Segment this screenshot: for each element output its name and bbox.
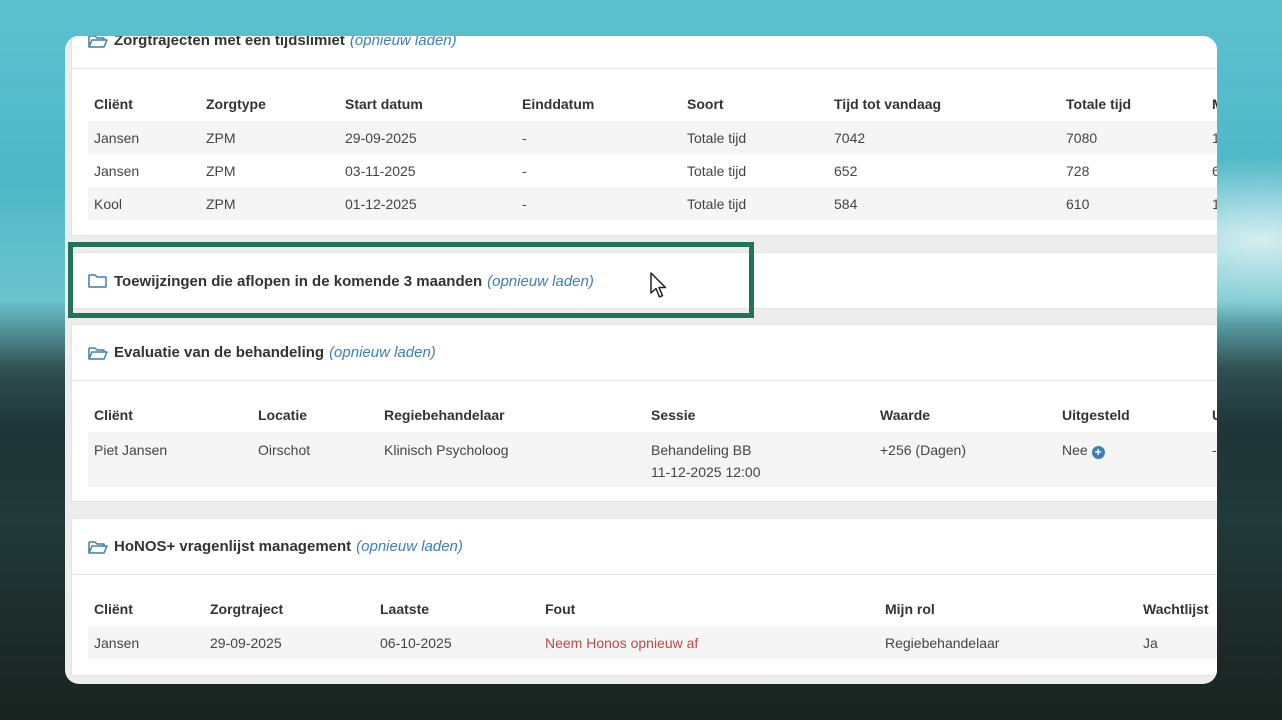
cell: Totale tijd	[681, 187, 828, 220]
cell: Totale tijd	[681, 121, 828, 154]
cell: Klinisch Psycholoog	[378, 432, 645, 487]
cell: 652	[834, 162, 858, 179]
panel-evaluatie: Evaluatie van de behandeling (opnieuw la…	[71, 324, 1217, 502]
cell: 1	[1206, 187, 1217, 220]
panel-header-evaluatie: Evaluatie van de behandeling (opnieuw la…	[72, 325, 1217, 381]
table-row[interactable]: Jansen ZPM 29-09-2025 - Totale tijd 7042…	[88, 121, 1217, 154]
column-header: Zorgtraject	[210, 601, 284, 617]
column-header: Einddatum	[522, 96, 595, 112]
error-cell[interactable]: Neem Honos opnieuw af	[539, 626, 879, 659]
trajecten-table: Cliënt Zorgtype Start datum Einddatum So…	[88, 87, 1217, 220]
folder-open-icon	[88, 36, 108, 49]
cell: ZPM	[200, 187, 339, 220]
column-header: Sessie	[651, 407, 696, 423]
column-header: U	[1206, 398, 1217, 432]
cell: 1	[1206, 121, 1217, 154]
cell: Jansen	[88, 626, 204, 659]
panel-title: Zorgtrajecten met een tijdslimiet	[114, 36, 345, 49]
table-row[interactable]: Piet Jansen Oirschot Klinisch Psycholoog…	[88, 432, 1217, 487]
app-window: Zorgtrajecten met een tijdslimiet (opnie…	[65, 36, 1217, 684]
panel-toewijzingen[interactable]: Toewijzingen die aflopen in de komende 3…	[71, 252, 1217, 309]
plus-circle-icon[interactable]: +	[1091, 446, 1105, 459]
cell: Regiebehandelaar	[879, 626, 1137, 659]
column-header: Zorgtype	[206, 96, 266, 112]
table-row[interactable]: Kool ZPM 01-12-2025 - Totale tijd 584 61…	[88, 187, 1217, 220]
session-cell: Behandeling BB 11-12-2025 12:00	[645, 432, 874, 487]
table-header-row: Cliënt Locatie Regiebehandelaar Sessie W…	[88, 398, 1217, 432]
reload-link[interactable]: (opnieuw laden)	[350, 36, 457, 49]
cell: 03-11-2025	[345, 162, 416, 179]
table-header-row: Cliënt Zorgtraject Laatste Fout Mijn rol…	[88, 592, 1217, 626]
column-header: Uitgesteld	[1062, 407, 1130, 423]
cell: 29-09-2025	[204, 626, 374, 659]
cell: 06-10-2025	[374, 626, 539, 659]
cell: 7080	[1060, 121, 1206, 154]
session-date: 11-12-2025 12:00	[651, 464, 761, 480]
cell: 728	[1066, 162, 1090, 179]
column-header: Cliënt	[94, 407, 133, 423]
column-header: Laatste	[380, 601, 430, 617]
panel-honos: HoNOS+ vragenlijst management (opnieuw l…	[71, 518, 1217, 676]
folder-open-icon	[88, 539, 108, 555]
table-row[interactable]: Jansen 29-09-2025 06-10-2025 Neem Honos …	[88, 626, 1217, 659]
cell: Kool	[88, 187, 200, 220]
column-header: Totale tijd	[1066, 96, 1132, 112]
cell: -	[1206, 432, 1217, 487]
uitgesteld-cell: Nee +	[1056, 432, 1206, 487]
cell: Oirschot	[252, 432, 378, 487]
column-header: Cliënt	[94, 96, 133, 112]
panel-title: Toewijzingen die aflopen in de komende 3…	[114, 272, 483, 290]
mouse-cursor-icon	[650, 272, 667, 298]
folder-closed-icon	[88, 273, 108, 289]
uitgesteld-value: Nee	[1062, 442, 1088, 458]
cell: Jansen	[94, 162, 140, 179]
cell: ZPM	[206, 162, 236, 179]
panel-header-honos: HoNOS+ vragenlijst management (opnieuw l…	[72, 519, 1217, 575]
column-header: Mijn rol	[885, 601, 935, 617]
evaluatie-table: Cliënt Locatie Regiebehandelaar Sessie W…	[88, 398, 1217, 487]
panel-zorgtrajecten: Zorgtrajecten met een tijdslimiet (opnie…	[71, 36, 1217, 236]
cell: -	[516, 121, 681, 154]
column-header: Tijd tot vandaag	[834, 96, 942, 112]
column-header: Fout	[545, 601, 576, 617]
cell: ZPM	[200, 121, 339, 154]
cell: -	[522, 162, 527, 179]
column-header: Waarde	[880, 407, 931, 423]
cell: -	[516, 187, 681, 220]
panel-title: HoNOS+ vragenlijst management	[114, 538, 352, 555]
table-row[interactable]: Jansen ZPM 03-11-2025 - Totale tijd 652 …	[88, 154, 1217, 187]
cell: Totale tijd	[687, 162, 747, 179]
cell: 6	[1212, 162, 1217, 179]
column-header: Start datum	[345, 96, 423, 112]
column-header: Regiebehandelaar	[384, 407, 505, 423]
panel-title: Evaluatie van de behandeling	[114, 344, 325, 361]
cell: 29-09-2025	[339, 121, 516, 154]
column-header: Cliënt	[94, 601, 133, 617]
panel-header-zorgtrajecten: Zorgtrajecten met een tijdslimiet (opnie…	[72, 36, 1217, 69]
reload-link[interactable]: (opnieuw laden)	[487, 273, 594, 290]
cell: 584	[828, 187, 1060, 220]
reload-link[interactable]: (opnieuw laden)	[329, 344, 436, 361]
session-name: Behandeling BB	[651, 442, 752, 458]
column-header: Locatie	[258, 407, 308, 423]
cell: 01-12-2025	[339, 187, 516, 220]
honos-table: Cliënt Zorgtraject Laatste Fout Mijn rol…	[88, 592, 1217, 659]
folder-open-icon	[88, 345, 108, 361]
column-header: M	[1206, 87, 1217, 121]
reload-link[interactable]: (opnieuw laden)	[356, 538, 463, 555]
cell: 7042	[828, 121, 1060, 154]
table-header-row: Cliënt Zorgtype Start datum Einddatum So…	[88, 87, 1217, 121]
cell: 610	[1060, 187, 1206, 220]
column-header: Soort	[687, 96, 724, 112]
column-header: Wachtlijst	[1143, 601, 1209, 617]
cell: Piet Jansen	[88, 432, 252, 487]
cell: Jansen	[88, 121, 200, 154]
cell: +256 (Dagen)	[874, 432, 1056, 487]
panel-header-toewijzingen[interactable]: Toewijzingen die aflopen in de komende 3…	[72, 253, 1217, 309]
cell: Ja	[1137, 626, 1217, 659]
